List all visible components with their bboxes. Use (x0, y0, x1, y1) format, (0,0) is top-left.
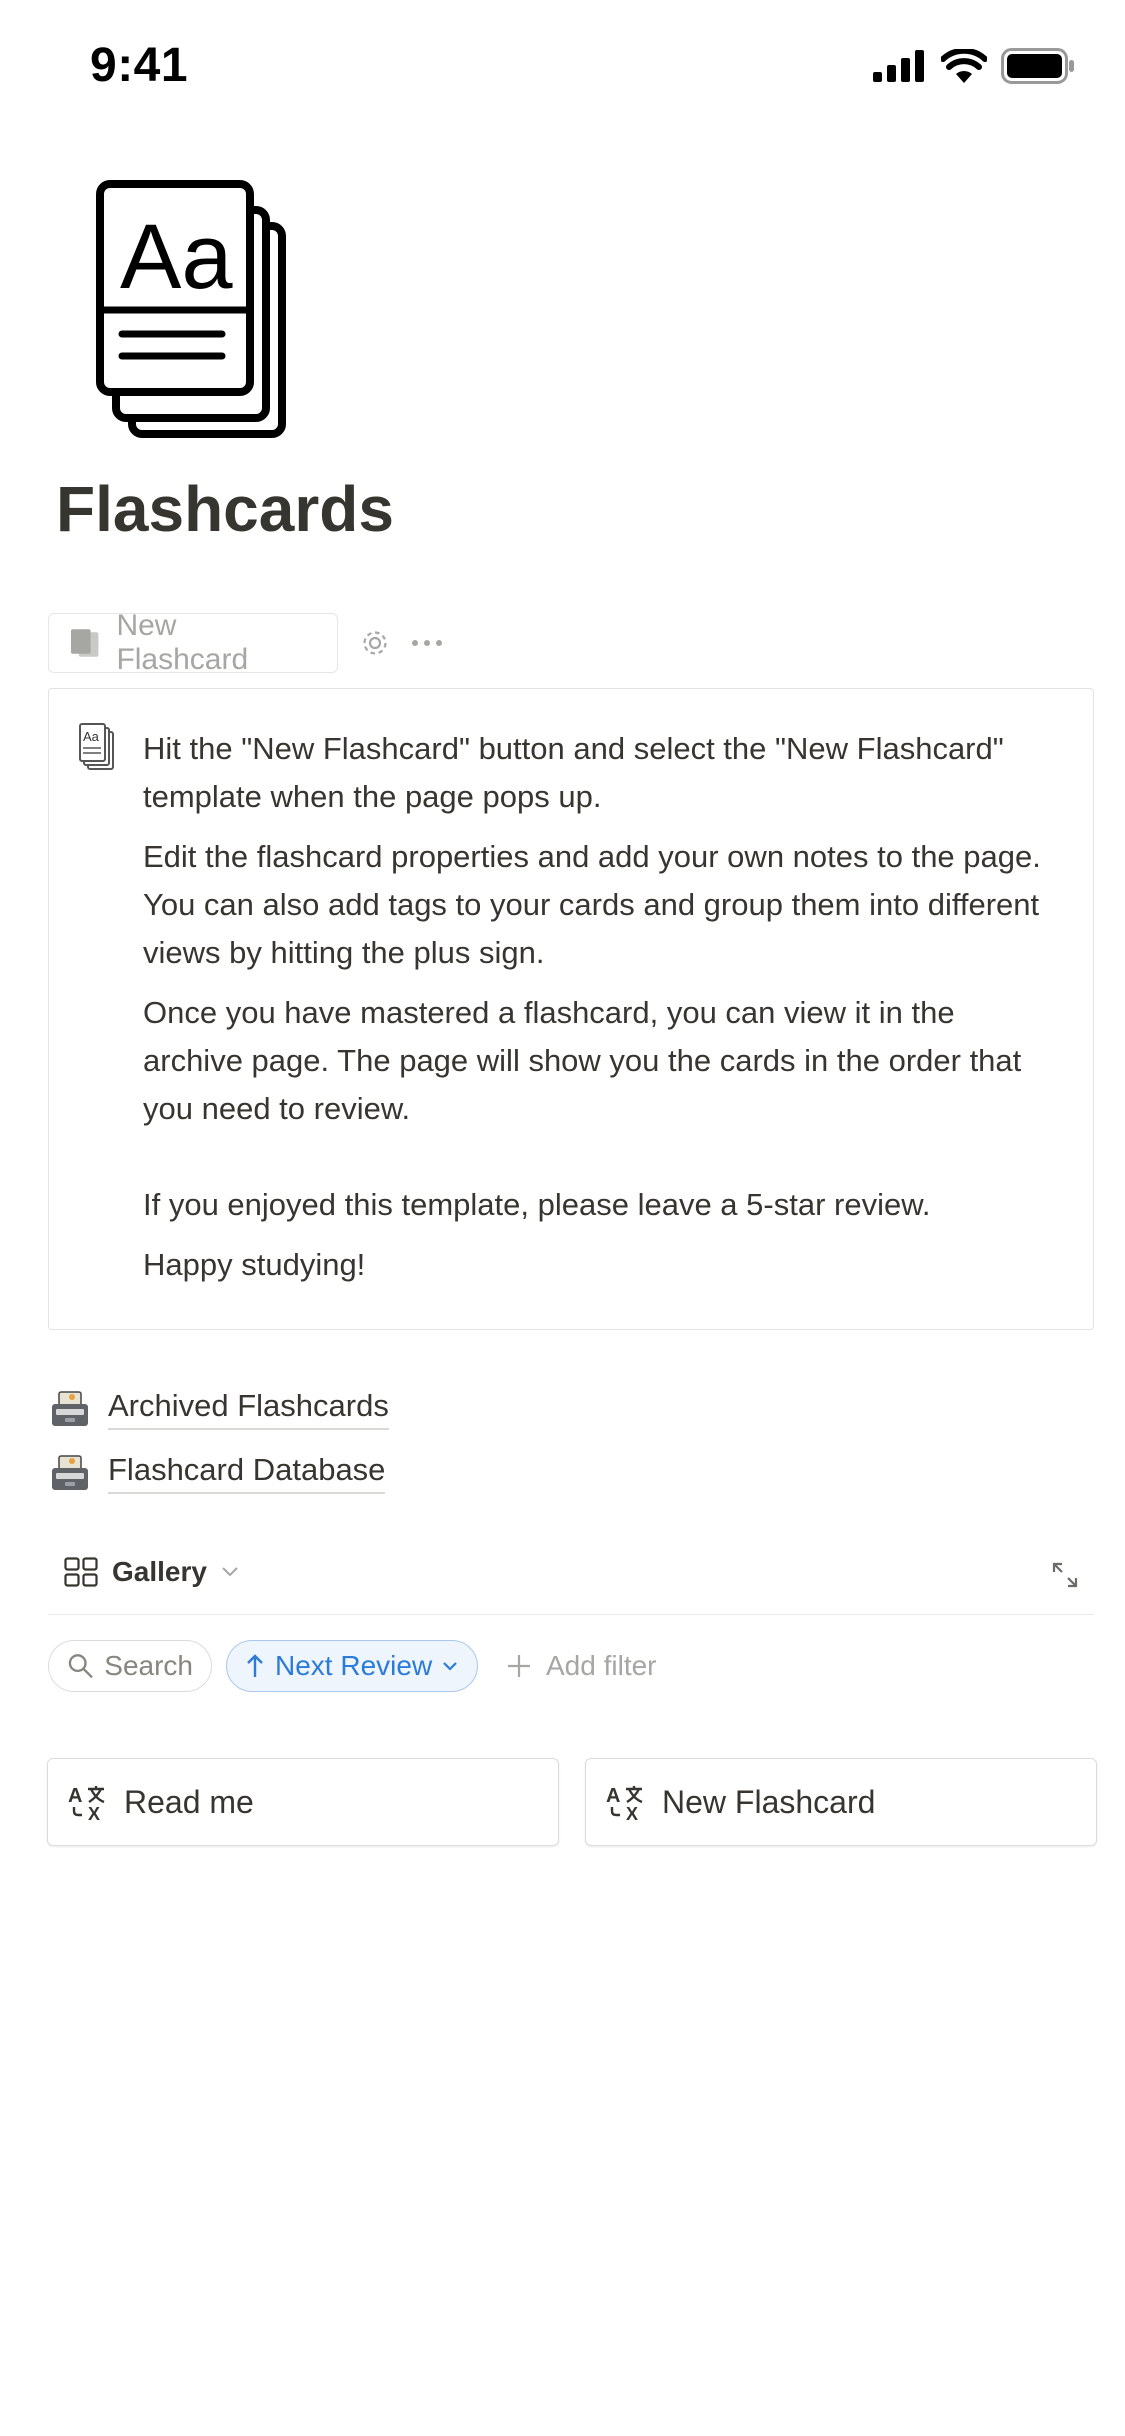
status-icons (873, 48, 1075, 84)
search-icon (68, 1654, 93, 1678)
chevron-down-icon (222, 1567, 238, 1577)
sort-pill[interactable]: Next Review (226, 1640, 478, 1692)
callout-paragraph: If you enjoyed this template, please lea… (143, 1187, 931, 1222)
gallery-grid-icon (64, 1557, 98, 1587)
filter-row: Search Next Review Add filter (48, 1640, 657, 1692)
translate-icon: A X (68, 1785, 105, 1821)
wifi-icon (941, 49, 987, 83)
svg-text:Aa: Aa (120, 206, 233, 308)
flashcard-book-icon: Aa (79, 723, 114, 770)
more-dots-icon[interactable] (412, 640, 442, 646)
file-box-icon (52, 1455, 88, 1490)
gallery-view-tab[interactable]: Gallery (64, 1556, 239, 1588)
chevron-down-icon (443, 1662, 457, 1671)
gallery-card[interactable]: A X Read me (47, 1758, 559, 1846)
search-pill[interactable]: Search (48, 1640, 212, 1692)
callout-paragraph: Happy studying! (143, 1247, 366, 1282)
add-filter-label: Add filter (546, 1650, 657, 1681)
callout-paragraph: Edit the flashcard properties and add yo… (143, 839, 1041, 970)
link-flashcard-database[interactable]: Flashcard Database (50, 1452, 386, 1494)
database-toolbar: New Flashcard (48, 609, 442, 676)
link-archived-flashcards[interactable]: Archived Flashcards (50, 1388, 389, 1430)
card-title: Read me (124, 1783, 254, 1820)
arrow-up-icon (247, 1654, 263, 1677)
plus-icon (508, 1655, 530, 1677)
svg-text:X: X (626, 1804, 638, 1821)
instructions-callout: Aa Hit the "New Flashcard" button and se… (48, 688, 1094, 1330)
search-label: Search (104, 1650, 193, 1681)
callout-text: Hit the "New Flashcard" button and selec… (143, 725, 1063, 1301)
new-flashcard-label: New Flashcard (116, 609, 249, 676)
gallery-view-label: Gallery (112, 1556, 207, 1587)
cellular-signal-icon (873, 50, 924, 82)
gallery-view-header: Gallery (48, 1544, 1094, 1615)
status-bar: 9:41 (0, 0, 1125, 140)
page-title: Flashcards (56, 473, 394, 545)
new-flashcard-button[interactable]: New Flashcard (48, 609, 338, 676)
callout-paragraph: Once you have mastered a flashcard, you … (143, 995, 1022, 1126)
template-pages-icon (70, 629, 99, 657)
battery-icon (1001, 48, 1074, 84)
callout-paragraph: Hit the "New Flashcard" button and selec… (143, 731, 1004, 814)
expand-icon[interactable] (1050, 1560, 1080, 1590)
svg-text:Aa: Aa (83, 729, 100, 744)
translate-icon: A X (606, 1785, 643, 1821)
link-label: Archived Flashcards (108, 1388, 389, 1430)
flashcard-book-icon[interactable]: Aa (96, 178, 296, 438)
file-box-icon (52, 1391, 88, 1426)
card-title: New Flashcard (662, 1783, 876, 1820)
svg-text:X: X (88, 1804, 100, 1821)
link-label: Flashcard Database (108, 1452, 386, 1494)
status-time: 9:41 (90, 39, 189, 92)
gallery-card[interactable]: A X New Flashcard (585, 1758, 1097, 1846)
add-filter-button[interactable]: Add filter (506, 1650, 657, 1682)
svg-text:A: A (606, 1785, 620, 1807)
gear-icon[interactable] (360, 628, 390, 658)
sort-label: Next Review (275, 1650, 433, 1681)
svg-text:A: A (68, 1785, 82, 1807)
